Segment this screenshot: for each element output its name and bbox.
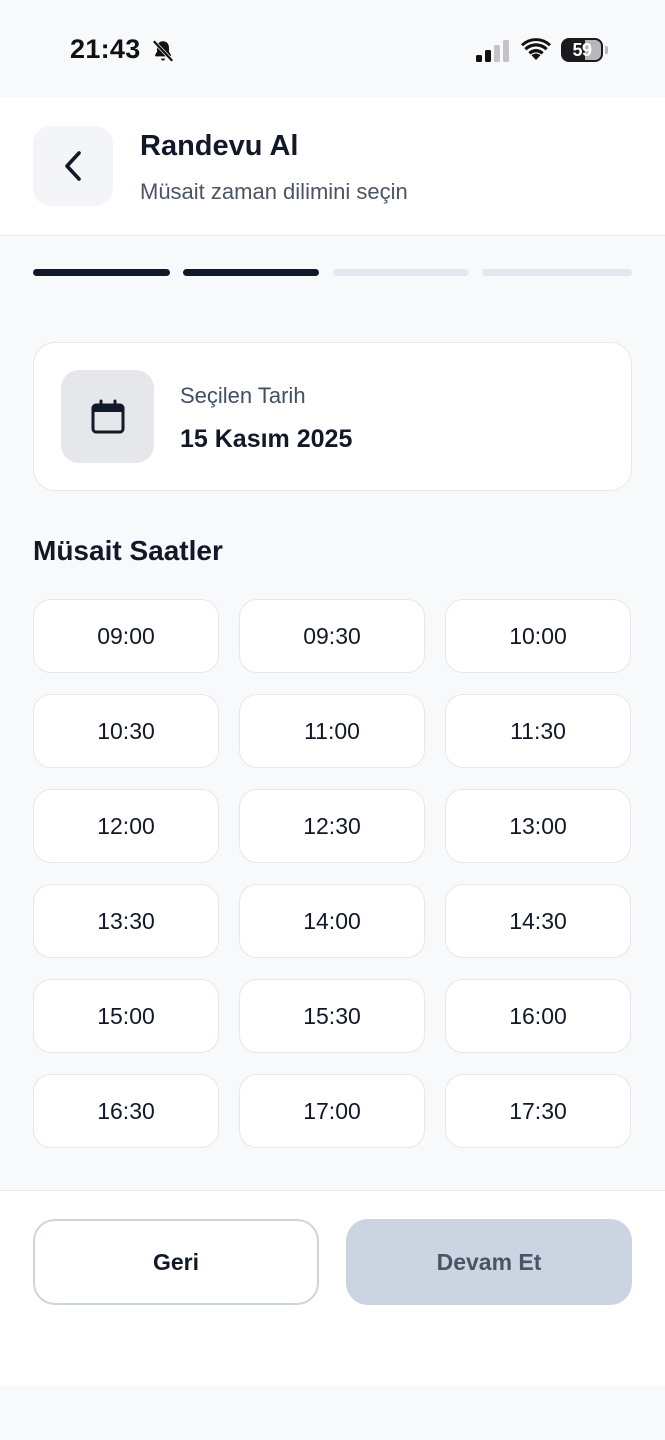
time-slot-button[interactable]: 12:30 (239, 789, 425, 863)
date-icon-box (61, 370, 154, 463)
back-button[interactable] (33, 126, 113, 206)
time-slot-button[interactable]: 12:00 (33, 789, 219, 863)
wifi-icon (521, 38, 551, 60)
progress-step-4 (482, 269, 632, 276)
time-slot-button[interactable]: 09:30 (239, 599, 425, 673)
time-slot-button[interactable]: 13:00 (445, 789, 631, 863)
selected-date-card: Seçilen Tarih 15 Kasım 2025 (33, 342, 632, 491)
page-subtitle: Müsait zaman dilimini seçin (140, 179, 408, 204)
time-slot-grid: 09:00 09:30 10:00 10:30 11:00 11:30 12:00 12:30… (33, 599, 632, 1148)
back-action-button[interactable]: Geri (33, 1219, 319, 1305)
battery-level: 59 (572, 39, 592, 60)
page-title: Randevu Al (140, 130, 299, 162)
available-times-title: Müsait Saatler (33, 535, 223, 566)
home-indicator-area (0, 1386, 665, 1440)
time-slot-button[interactable]: 17:00 (239, 1074, 425, 1148)
cellular-signal-icon (476, 40, 509, 62)
header: Randevu Al Müsait zaman dilimini seçin (0, 98, 665, 236)
time-slot-button[interactable]: 14:30 (445, 884, 631, 958)
continue-button[interactable]: Devam Et (346, 1219, 632, 1305)
time-slot-button[interactable]: 15:00 (33, 979, 219, 1053)
footer-actions: Geri Devam Et (0, 1190, 665, 1386)
time-slot-button[interactable]: 11:30 (445, 694, 631, 768)
time-slot-button[interactable]: 16:00 (445, 979, 631, 1053)
selected-date-value: 15 Kasım 2025 (180, 425, 353, 453)
status-time: 21:43 (70, 34, 141, 64)
progress-step-1 (33, 269, 170, 276)
chevron-left-icon (65, 151, 81, 181)
selected-date-label: Seçilen Tarih (180, 383, 306, 408)
step-progress (0, 269, 665, 277)
battery-tip (605, 46, 608, 54)
calendar-icon (91, 399, 124, 433)
bell-muted-icon (152, 40, 174, 62)
time-slot-button[interactable]: 15:30 (239, 979, 425, 1053)
battery-icon: 59 (561, 38, 603, 62)
time-slot-button[interactable]: 11:00 (239, 694, 425, 768)
progress-step-3 (333, 269, 469, 276)
progress-step-2 (183, 269, 319, 276)
time-slot-button[interactable]: 16:30 (33, 1074, 219, 1148)
time-slot-button[interactable]: 13:30 (33, 884, 219, 958)
status-bar: 21:43 59 (0, 0, 665, 98)
time-slot-button[interactable]: 14:00 (239, 884, 425, 958)
time-slot-button[interactable]: 10:30 (33, 694, 219, 768)
time-slot-button[interactable]: 17:30 (445, 1074, 631, 1148)
time-slot-button[interactable]: 10:00 (445, 599, 631, 673)
time-slot-button[interactable]: 09:00 (33, 599, 219, 673)
